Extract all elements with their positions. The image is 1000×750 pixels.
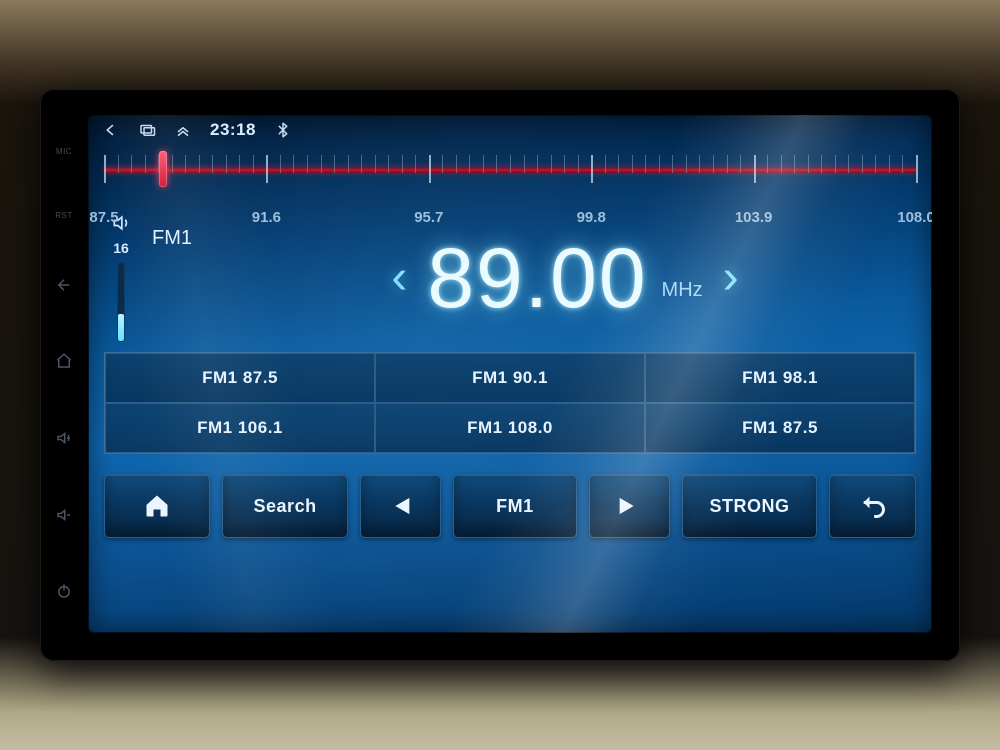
hardware-button-rail: MIC RST: [46, 119, 82, 631]
clock: 23:18: [210, 120, 256, 140]
search-button-label: Search: [254, 496, 317, 517]
band-button-label: FM1: [496, 496, 534, 517]
return-button[interactable]: [829, 474, 916, 538]
dial-label: 103.9: [735, 209, 773, 226]
frequency-row: 16 FM1 ‹ 89.00 MHz ›: [88, 209, 932, 342]
bluetooth-icon: [274, 121, 292, 139]
preset-4[interactable]: FM1 106.1: [105, 403, 375, 453]
preset-grid: FM1 87.5 FM1 90.1 FM1 98.1 FM1 106.1 FM1…: [104, 352, 916, 454]
hw-home-icon[interactable]: [55, 352, 73, 373]
scan-mode-label: STRONG: [709, 496, 789, 517]
seek-next-button[interactable]: [589, 474, 670, 538]
head-unit-device: MIC RST 23:18: [40, 89, 960, 661]
dial-label: 95.7: [414, 209, 443, 226]
preset-2[interactable]: FM1 90.1: [375, 353, 645, 403]
band-button[interactable]: FM1: [453, 474, 577, 538]
frequency-dial[interactable]: 87.591.695.799.8103.9108.0: [104, 147, 916, 209]
frequency-unit: MHz: [662, 279, 703, 302]
dial-label: 87.5: [89, 209, 118, 226]
dial-label: 91.6: [252, 209, 281, 226]
hw-power-icon[interactable]: [55, 582, 73, 603]
preset-1[interactable]: FM1 87.5: [105, 353, 375, 403]
dial-ticks: [104, 155, 916, 185]
mic-label: MIC: [56, 147, 72, 156]
bottom-toolbar: Search FM1 STRONG: [104, 474, 916, 538]
dial-cursor[interactable]: [159, 151, 167, 187]
hw-vol-up-icon[interactable]: [55, 429, 73, 450]
expand-up-icon[interactable]: [174, 121, 192, 139]
frequency-value: 89.00: [427, 236, 647, 320]
volume-column: 16: [104, 213, 138, 342]
search-button[interactable]: Search: [222, 474, 348, 538]
home-button[interactable]: [104, 474, 210, 538]
photo-scene: MIC RST 23:18: [0, 0, 1000, 750]
volume-bar[interactable]: [117, 262, 125, 342]
preset-5[interactable]: FM1 108.0: [375, 403, 645, 453]
tune-up-chevron-icon[interactable]: ›: [723, 250, 739, 305]
preset-3[interactable]: FM1 98.1: [645, 353, 915, 403]
volume-level: 16: [113, 240, 129, 256]
hw-vol-down-icon[interactable]: [55, 506, 73, 527]
android-status-bar: 23:18: [88, 115, 932, 145]
band-label[interactable]: FM1: [152, 227, 210, 250]
dial-label: 108.0: [897, 209, 932, 226]
scan-mode-button[interactable]: STRONG: [682, 474, 817, 538]
recent-apps-icon[interactable]: [138, 121, 156, 139]
touchscreen: 23:18 87.591.695.799.8103.9108.0 16 FM1: [88, 115, 932, 633]
tune-down-chevron-icon[interactable]: ‹: [391, 250, 407, 305]
frequency-display: ‹ 89.00 MHz ›: [218, 236, 912, 320]
reset-label: RST: [55, 211, 73, 220]
preset-6[interactable]: FM1 87.5: [645, 403, 915, 453]
hw-back-icon[interactable]: [55, 276, 73, 297]
seek-prev-button[interactable]: [360, 474, 441, 538]
back-soft-icon[interactable]: [102, 121, 120, 139]
dial-label: 99.8: [577, 209, 606, 226]
